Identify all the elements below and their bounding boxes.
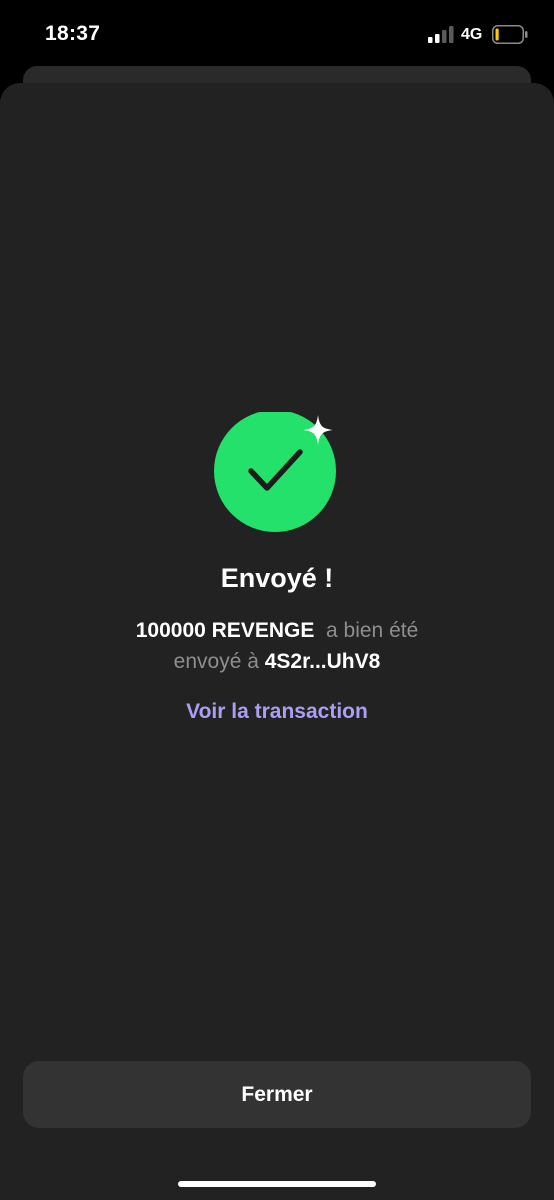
success-title: Envoyé !: [220, 563, 334, 593]
view-transaction-link[interactable]: Voir la transaction: [0, 700, 554, 724]
battery-icon: [492, 25, 528, 44]
message-line-1: 100000 REVENGE a bien été: [0, 615, 554, 646]
sent-amount: 100000 REVENGE: [135, 619, 315, 642]
status-time: 18:37: [45, 22, 101, 45]
home-indicator[interactable]: [178, 1181, 376, 1187]
recipient-address: 4S2r...UhV8: [264, 650, 381, 673]
sent-to-text: envoyé à: [173, 650, 259, 673]
screen: 18:37 4G Envoyé ! 100000 REVENGE a bien …: [0, 0, 554, 1200]
close-button[interactable]: Fermer: [23, 1061, 531, 1128]
success-checkmark-icon: [214, 412, 336, 532]
status-bar: 18:37 4G: [0, 0, 554, 70]
cellular-signal-icon: [428, 26, 454, 43]
success-message: 100000 REVENGE a bien été envoyé à 4S2r.…: [0, 615, 554, 677]
message-line-2: envoyé à 4S2r...UhV8: [0, 646, 554, 677]
network-type: 4G: [461, 26, 483, 43]
sent-text: a bien été: [326, 619, 419, 642]
